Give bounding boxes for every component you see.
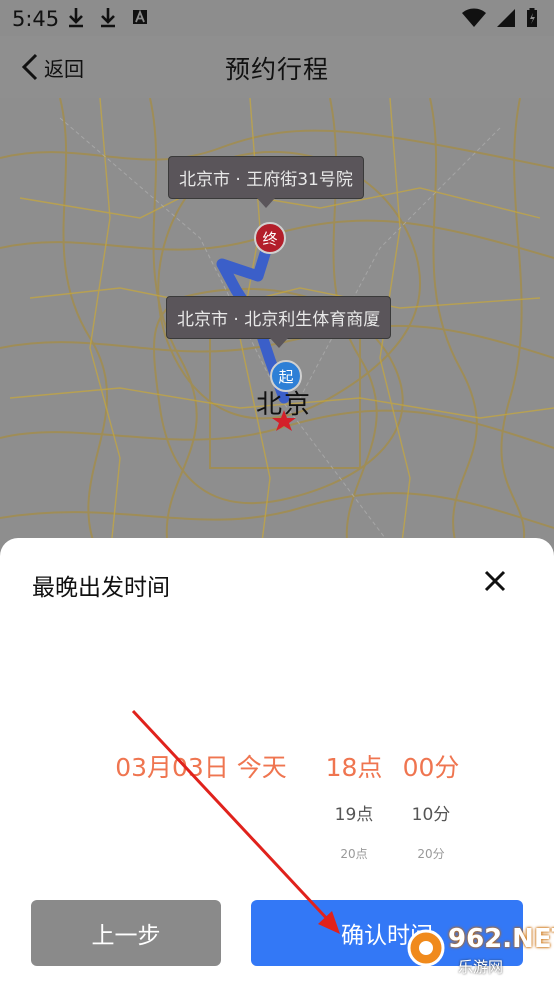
status-time: 5:45 xyxy=(12,7,60,31)
signal-icon xyxy=(497,9,515,27)
minute-option: 20分 xyxy=(417,847,445,861)
sheet-title: 最晚出发时间 xyxy=(32,575,170,601)
hour-column[interactable]: 18点 19点 20点 xyxy=(318,748,390,862)
watermark-sub: 乐游网 xyxy=(458,958,504,976)
font-a-icon xyxy=(133,9,147,24)
watermark-text: 962.NET xyxy=(448,924,554,954)
status-bar: 5:45 xyxy=(0,0,554,36)
battery-icon xyxy=(527,8,537,27)
hour-option: 19点 xyxy=(334,805,374,825)
page-title: 预约行程 xyxy=(224,55,329,84)
start-location-callout[interactable]: 北京市 · 北京利生体育商厦 xyxy=(166,296,392,348)
wifi-icon xyxy=(462,8,486,27)
end-location-callout[interactable]: 北京市 · 王府街31号院 xyxy=(168,156,364,208)
download-icon xyxy=(69,8,83,28)
hour-selected: 18点 xyxy=(325,753,383,782)
hour-option: 20点 xyxy=(340,847,368,861)
departure-time-sheet: 最晚出发时间 03月03日 今天 18点 19点 20点 00分 10分 20分… xyxy=(0,538,554,984)
site-watermark: 962.NET 乐游网 xyxy=(406,922,554,980)
time-picker[interactable]: 03月03日 今天 18点 19点 20点 00分 10分 20分 xyxy=(0,742,554,872)
download-icon xyxy=(101,8,115,28)
minute-option: 10分 xyxy=(411,805,451,825)
date-column[interactable]: 03月03日 今天 xyxy=(108,748,294,784)
date-selected: 03月03日 今天 xyxy=(115,753,287,782)
route-map[interactable]: 北京市 · 王府街31号院 终 北京市 · 北京利生体育商厦 起 北京 xyxy=(0,98,554,558)
minute-column[interactable]: 00分 10分 20分 xyxy=(396,748,466,862)
close-icon[interactable] xyxy=(482,568,508,594)
end-marker[interactable]: 终 xyxy=(254,222,286,254)
previous-step-button[interactable]: 上一步 xyxy=(31,900,221,966)
app-bar: 返回 预约行程 xyxy=(0,36,554,98)
city-label: 北京 xyxy=(256,390,313,420)
minute-selected: 00分 xyxy=(402,753,460,782)
watermark-logo-icon xyxy=(407,929,445,967)
